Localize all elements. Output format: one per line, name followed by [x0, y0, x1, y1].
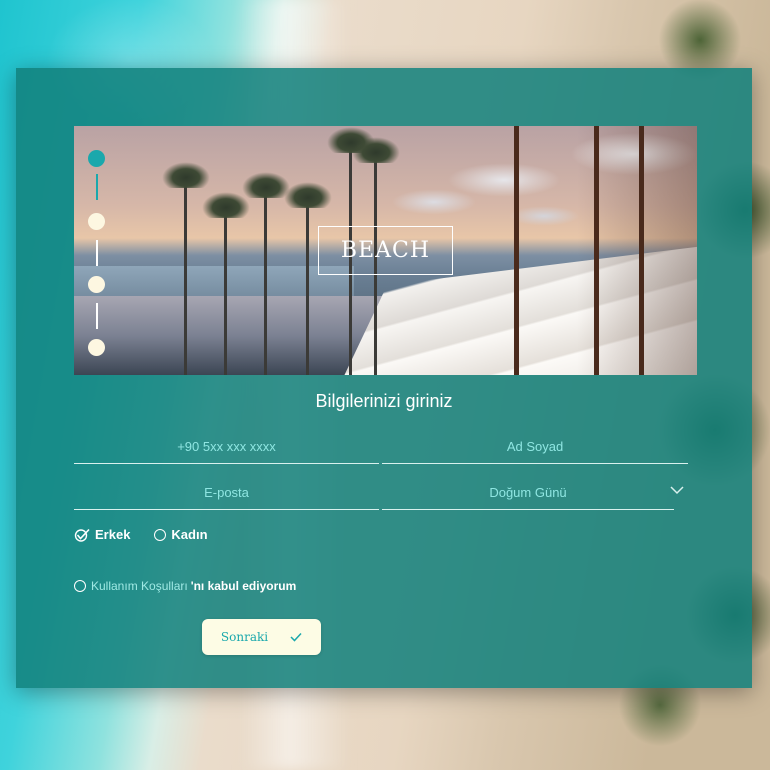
checkmark-icon [290, 632, 302, 642]
hero-image: BEACH [74, 126, 697, 375]
form-title: Bilgilerinizi giriniz [315, 391, 453, 411]
step-3-dot[interactable] [88, 276, 105, 293]
email-placeholder: E-posta [204, 485, 249, 500]
terms-link[interactable]: Kullanım Koşulları [91, 579, 188, 593]
next-button-label: Sonraki [220, 630, 269, 644]
step-connector [96, 174, 98, 200]
chevron-down-icon[interactable] [670, 485, 684, 495]
terms-text: 'nı kabul ediyorum [190, 579, 297, 593]
beach-badge: BEACH [318, 226, 453, 275]
radio-circle-icon[interactable] [154, 528, 167, 541]
step-4-dot[interactable] [88, 339, 105, 356]
step-connector [96, 240, 98, 266]
phone-placeholder: +90 5xx xxx xxxx [177, 439, 276, 454]
terms-checkbox[interactable] [74, 580, 86, 592]
phone-field[interactable]: +90 5xx xxx xxxx [74, 430, 379, 464]
gender-option-female[interactable]: Kadın [154, 527, 208, 542]
gender-female-label: Kadın [171, 527, 208, 542]
step-connector [96, 303, 98, 329]
registration-panel: BEACH Bilgilerinizi giriniz +90 5xx xxx … [16, 68, 752, 688]
full-name-placeholder: Ad Soyad [506, 439, 564, 454]
birthday-placeholder: Doğum Günü [489, 485, 567, 500]
step-2-dot[interactable] [88, 213, 105, 230]
full-name-field[interactable]: Ad Soyad [382, 430, 688, 464]
email-field[interactable]: E-posta [74, 476, 379, 510]
gender-option-male[interactable]: Erkek [74, 527, 130, 542]
birthday-select[interactable]: Doğum Günü [382, 476, 684, 510]
check-circle-icon[interactable] [74, 528, 90, 542]
step-1-dot[interactable] [88, 150, 105, 167]
terms-agreement: Kullanım Koşulları 'nı kabul ediyorum [74, 579, 296, 593]
gender-options: Erkek Kadın [74, 527, 232, 542]
gender-male-label: Erkek [95, 527, 131, 542]
next-button[interactable]: Sonraki [202, 619, 321, 655]
